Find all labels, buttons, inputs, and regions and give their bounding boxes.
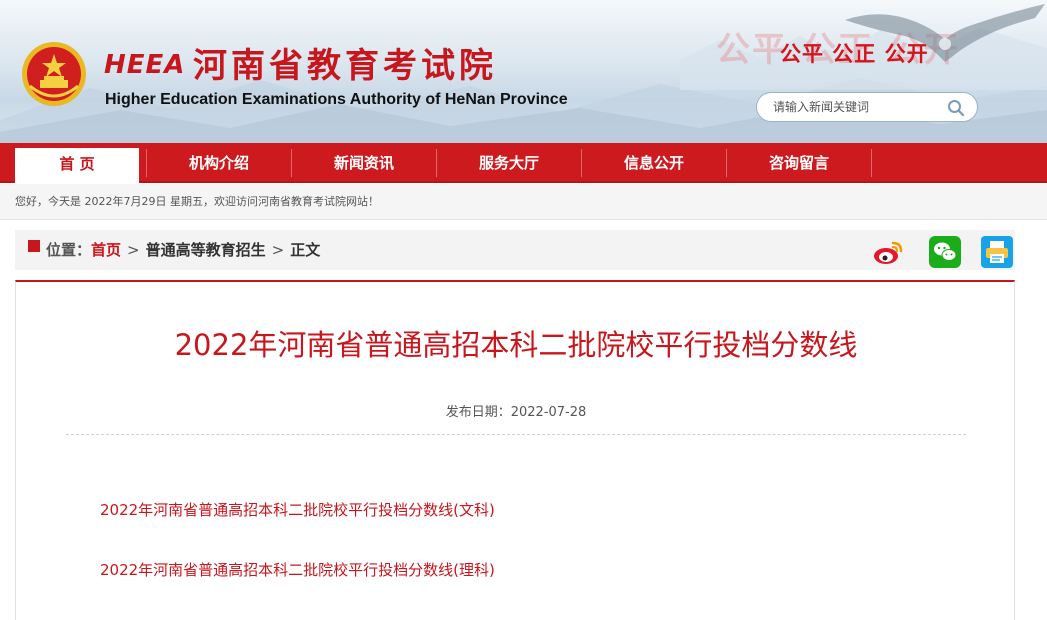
search-box <box>756 92 978 122</box>
article-title: 2022年河南省普通高招本科二批院校平行投档分数线 <box>174 328 858 362</box>
site-name-cn: 河南省教育考试院 <box>193 46 497 86</box>
nav-item-services[interactable]: 服务大厅 <box>437 143 581 183</box>
welcome-bar: 您好，今天是 2022年7月29日 星期五，欢迎访问河南省教育考试院网站！ <box>0 184 1047 220</box>
publish-date-label: 发布日期： <box>445 405 511 420</box>
document-link-arts[interactable]: 2022年河南省普通高招本科二批院校平行投档分数线(文科) <box>100 500 495 520</box>
search-input[interactable] <box>773 97 943 117</box>
search-icon[interactable] <box>947 99 965 117</box>
article-divider <box>66 434 966 435</box>
site-header: HEEA 河南省教育考试院 Higher Education Examinati… <box>0 0 1047 143</box>
nav-item-disclosure[interactable]: 信息公开 <box>582 143 726 183</box>
article-panel: 2022年河南省普通高招本科二批院校平行投档分数线 发布日期：2022-07-2… <box>15 280 1015 620</box>
nav-item-consult[interactable]: 咨询留言 <box>727 143 871 183</box>
document-link-science[interactable]: 2022年河南省普通高招本科二批院校平行投档分数线(理科) <box>100 560 495 580</box>
breadcrumb-bar: 位置：首页 > 普通高等教育招生 > 正文 <box>15 230 1015 270</box>
print-icon[interactable] <box>981 236 1013 268</box>
eagle-icon <box>845 4 1045 62</box>
logo-abbreviation: HEEA <box>104 50 186 80</box>
breadcrumb: 位置：首页 > 普通高等教育招生 > 正文 <box>46 240 320 260</box>
breadcrumb-marker-icon <box>28 240 40 252</box>
breadcrumb-separator: > <box>127 241 140 259</box>
weibo-icon[interactable] <box>872 236 904 268</box>
breadcrumb-current: 正文 <box>290 241 321 259</box>
publish-date: 发布日期：2022-07-28 <box>16 404 1016 422</box>
breadcrumb-home-link[interactable]: 首页 <box>91 241 121 259</box>
national-emblem-icon <box>22 42 86 106</box>
breadcrumb-prefix: 位置： <box>46 241 92 259</box>
site-name-en: Higher Education Examinations Authority … <box>105 91 568 108</box>
nav-item-news[interactable]: 新闻资讯 <box>292 143 436 183</box>
nav-item-home[interactable]: 首 页 <box>15 148 139 183</box>
nav-item-about[interactable]: 机构介绍 <box>147 143 291 183</box>
main-nav: 首 页 机构介绍 新闻资讯 服务大厅 信息公开 咨询留言 <box>0 143 1047 183</box>
nav-divider <box>871 149 872 177</box>
breadcrumb-separator: > <box>271 241 285 259</box>
publish-date-value: 2022-07-28 <box>510 405 587 420</box>
wechat-icon[interactable] <box>929 236 961 268</box>
welcome-text: 您好，今天是 2022年7月29日 星期五，欢迎访问河南省教育考试院网站！ <box>15 195 379 208</box>
breadcrumb-section-link[interactable]: 普通高等教育招生 <box>146 241 266 259</box>
